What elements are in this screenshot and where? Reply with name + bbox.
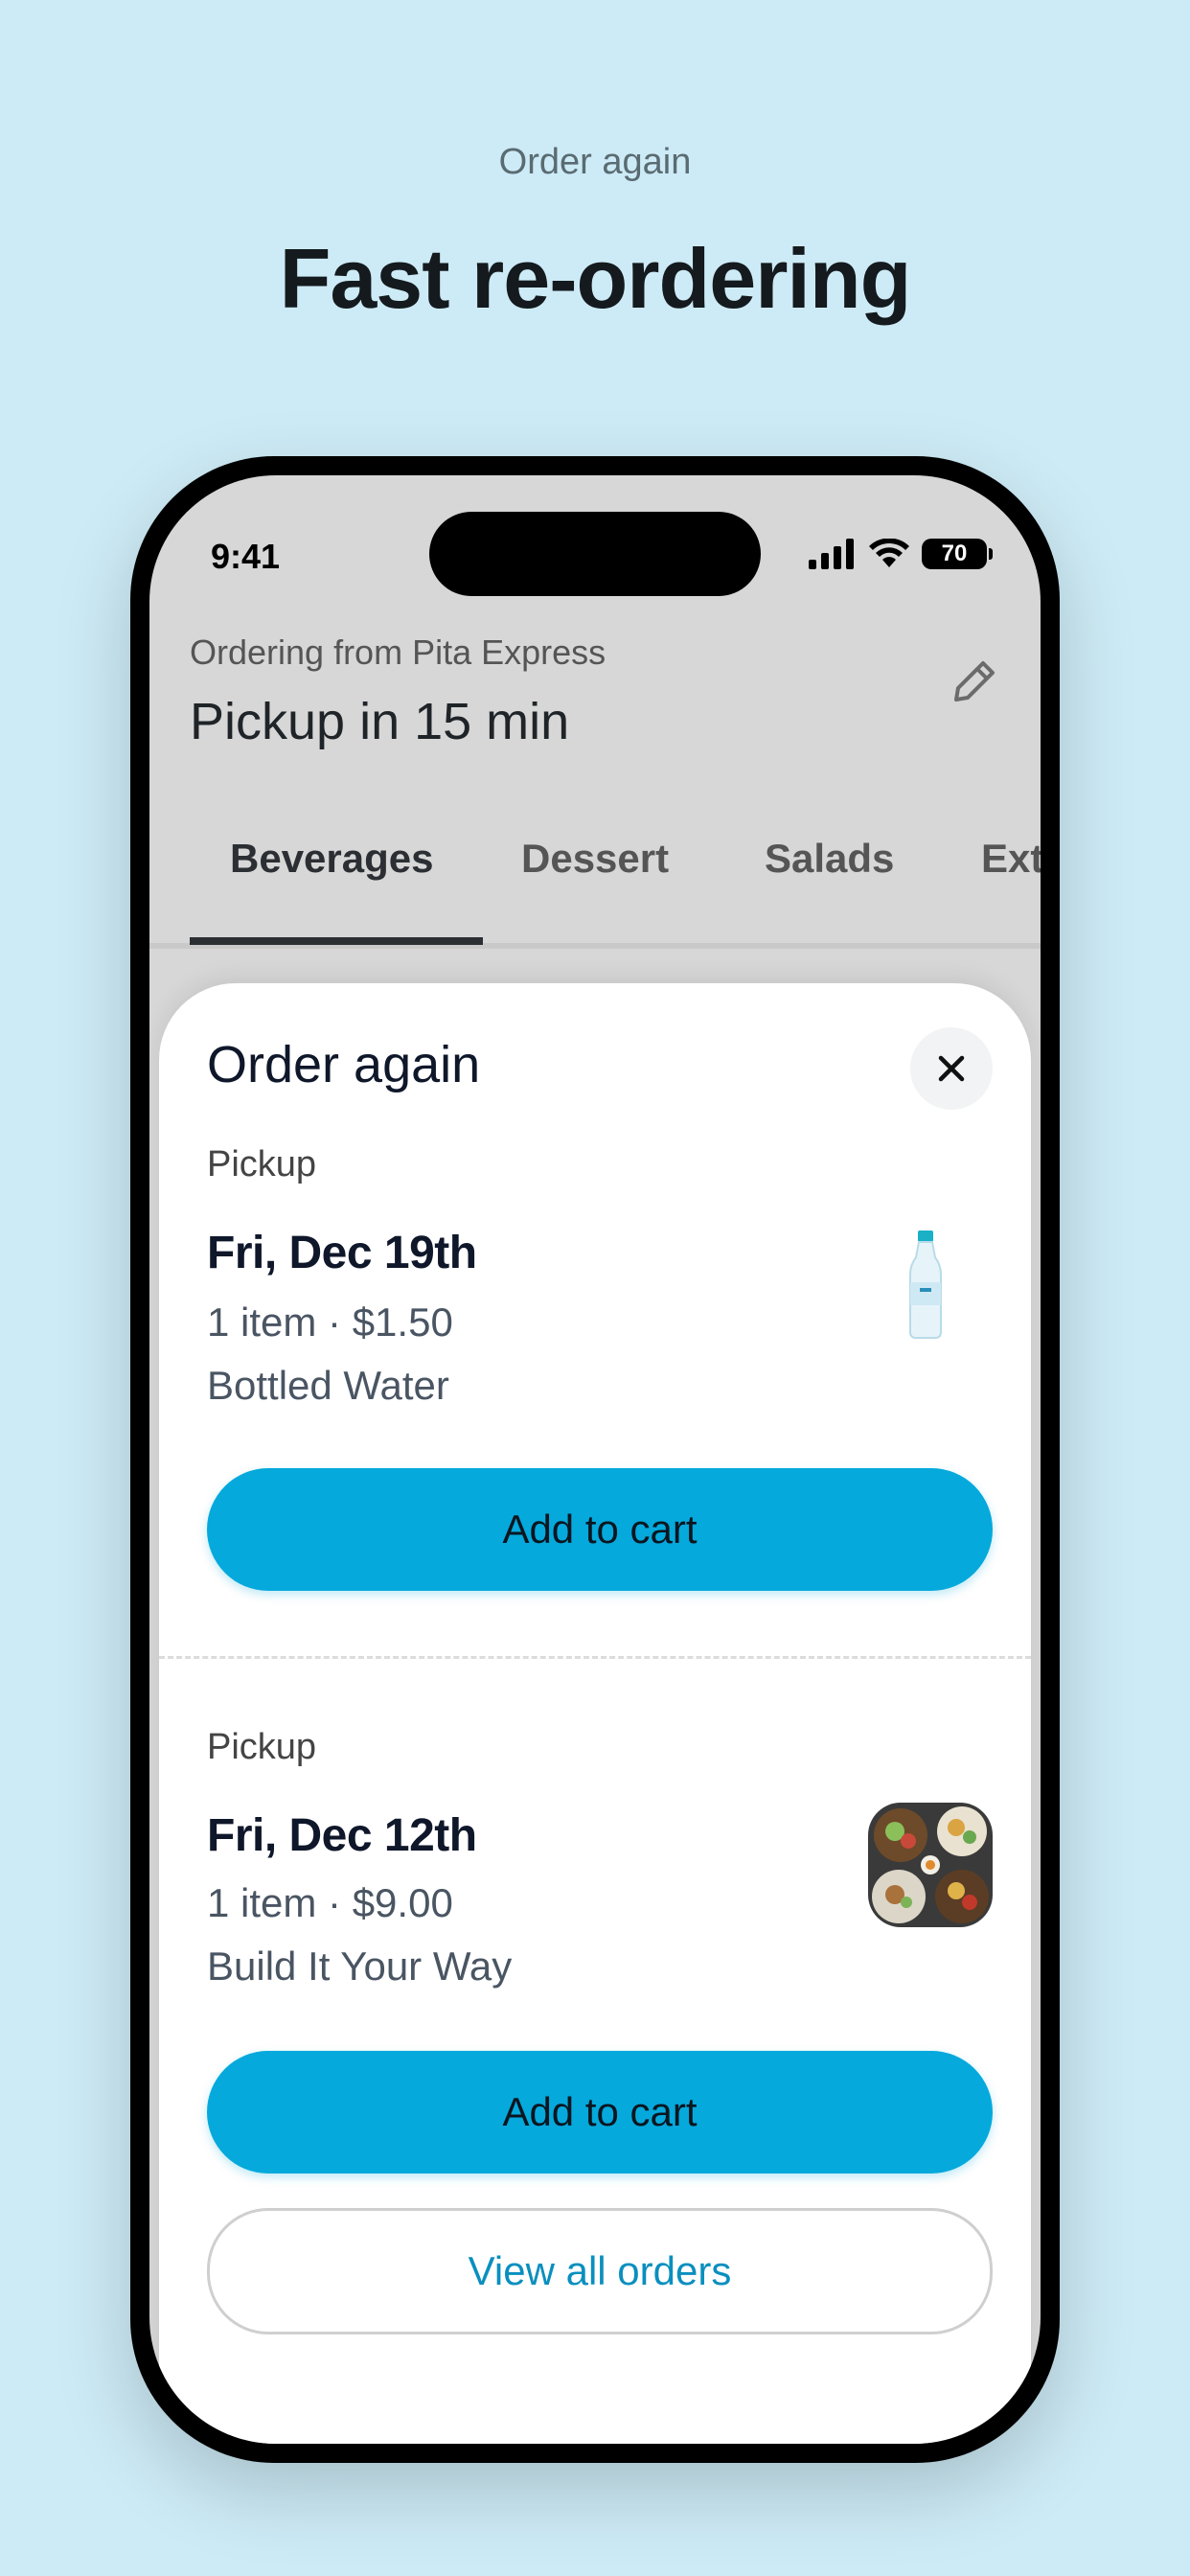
dynamic-island <box>429 512 761 596</box>
hero-eyebrow: Order again <box>498 142 692 182</box>
order-item-name: Build It Your Way <box>207 1944 513 1989</box>
category-tabs: Beverages Dessert Salads Ext <box>149 815 1041 949</box>
order-again-sheet: Order again Pickup Fri, Dec 19th 1 item … <box>159 983 1031 2444</box>
order-summary: 1 item · $9.00 <box>207 1880 453 1925</box>
tab-salads[interactable]: Salads <box>765 836 894 882</box>
order-date: Fri, Dec 12th <box>207 1810 477 1861</box>
order-card: Pickup Fri, Dec 12th 1 item · $9.00 Buil… <box>207 983 993 2191</box>
pickup-time: Pickup in 15 min <box>190 693 570 750</box>
tab-extras[interactable]: Ext <box>981 836 1041 882</box>
ordering-from-label: Ordering from Pita Express <box>190 632 606 672</box>
active-tab-indicator <box>190 937 483 945</box>
add-to-cart-button[interactable]: Add to cart <box>207 2051 993 2174</box>
food-bowls-image <box>868 1803 993 1927</box>
status-icons: 70 <box>809 539 993 569</box>
order-type: Pickup <box>207 1727 317 1767</box>
edit-order-button[interactable] <box>941 648 1008 715</box>
cellular-signal-icon <box>809 539 854 569</box>
tab-beverages[interactable]: Beverages <box>230 836 433 882</box>
pencil-icon <box>954 661 995 702</box>
view-all-orders-button[interactable]: View all orders <box>207 2208 993 2334</box>
tab-dessert[interactable]: Dessert <box>521 836 669 882</box>
phone-frame: 9:41 70 Ordering from Pita Express Picku… <box>130 456 1060 2463</box>
battery-icon: 70 <box>922 539 993 569</box>
status-time: 9:41 <box>211 537 281 576</box>
battery-level: 70 <box>941 540 968 566</box>
phone-screen: 9:41 70 Ordering from Pita Express Picku… <box>149 475 1041 2444</box>
hero-title: Fast re-ordering <box>279 231 912 326</box>
status-bar: 9:41 70 <box>149 475 1041 596</box>
wifi-icon <box>869 539 909 567</box>
